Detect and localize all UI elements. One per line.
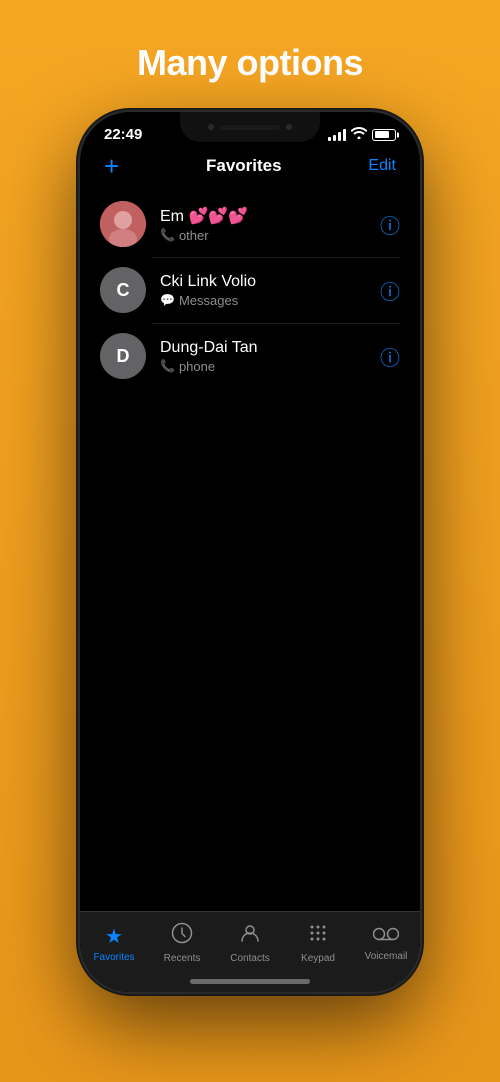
notch-sensor — [286, 124, 292, 130]
notch-speaker — [220, 125, 280, 130]
notch-camera — [208, 124, 214, 130]
notch — [180, 112, 320, 142]
info-button-dung[interactable]: ⓘ — [380, 342, 400, 371]
tab-favorites-label: Favorites — [93, 952, 134, 963]
wifi-icon — [351, 127, 367, 142]
contact-info-em: Em 💕💕💕 📞 other — [160, 206, 380, 243]
phone-frame: 22:49 — [80, 112, 420, 992]
add-favorite-button[interactable]: + — [104, 153, 119, 179]
screen: 22:49 — [80, 112, 420, 992]
contact-sub-label-em: other — [179, 228, 209, 243]
status-icons — [328, 127, 396, 142]
contact-list: Em 💕💕💕 📞 other ⓘ C Cki Link Volio 💬 — [80, 191, 420, 389]
nav-title: Favorites — [206, 156, 282, 176]
tab-voicemail-label: Voicemail — [365, 951, 408, 962]
tab-recents-label: Recents — [164, 953, 201, 964]
avatar-cki: C — [100, 267, 146, 313]
tab-keypad[interactable]: Keypad — [291, 922, 346, 964]
signal-bar-4 — [343, 129, 346, 141]
page-title: Many options — [137, 42, 363, 84]
contact-item-cki[interactable]: C Cki Link Volio 💬 Messages ⓘ — [80, 257, 420, 323]
signal-icon — [328, 129, 346, 141]
contact-name-dung: Dung-Dai Tan — [160, 339, 380, 357]
info-button-cki[interactable]: ⓘ — [380, 276, 400, 305]
contact-sub-label-dung: phone — [179, 359, 215, 374]
phone-sub-icon-dung: 📞 — [160, 359, 175, 373]
keypad-icon — [307, 922, 329, 950]
contact-sub-em: 📞 other — [160, 228, 380, 243]
signal-bar-1 — [328, 137, 331, 141]
contacts-icon — [239, 922, 261, 950]
message-sub-icon: 💬 — [160, 293, 175, 307]
status-time: 22:49 — [104, 126, 142, 143]
contact-sub-dung: 📞 phone — [160, 359, 380, 374]
tab-voicemail[interactable]: Voicemail — [359, 925, 414, 962]
favorites-icon: ★ — [105, 924, 123, 949]
contact-sub-label-cki: Messages — [179, 293, 238, 308]
battery-icon — [372, 129, 396, 141]
battery-body — [372, 129, 396, 141]
contact-name-cki: Cki Link Volio — [160, 273, 380, 291]
recents-icon — [171, 922, 193, 950]
info-button-em[interactable]: ⓘ — [380, 210, 400, 239]
contact-info-dung: Dung-Dai Tan 📞 phone — [160, 339, 380, 374]
tab-recents[interactable]: Recents — [155, 922, 210, 964]
contact-info-cki: Cki Link Volio 💬 Messages — [160, 273, 380, 308]
nav-bar: + Favorites Edit — [80, 145, 420, 185]
avatar-letter-dung: D — [117, 346, 130, 367]
voicemail-icon — [373, 925, 399, 948]
phone-sub-icon: 📞 — [160, 228, 175, 242]
signal-bar-2 — [333, 135, 336, 141]
edit-button[interactable]: Edit — [368, 157, 396, 175]
contact-item-em[interactable]: Em 💕💕💕 📞 other ⓘ — [80, 191, 420, 257]
avatar-em — [100, 201, 146, 247]
tab-keypad-label: Keypad — [301, 953, 335, 964]
tab-contacts[interactable]: Contacts — [223, 922, 278, 964]
contact-sub-cki: 💬 Messages — [160, 293, 380, 308]
avatar-letter-cki: C — [117, 280, 130, 301]
tab-contacts-label: Contacts — [230, 953, 269, 964]
avatar-dung: D — [100, 333, 146, 379]
battery-fill — [375, 131, 389, 138]
contact-item-dung[interactable]: D Dung-Dai Tan 📞 phone ⓘ — [80, 323, 420, 389]
home-indicator — [190, 979, 310, 984]
contact-name-em: Em 💕💕💕 — [160, 206, 380, 226]
tab-favorites[interactable]: ★ Favorites — [87, 924, 142, 963]
signal-bar-3 — [338, 132, 341, 141]
